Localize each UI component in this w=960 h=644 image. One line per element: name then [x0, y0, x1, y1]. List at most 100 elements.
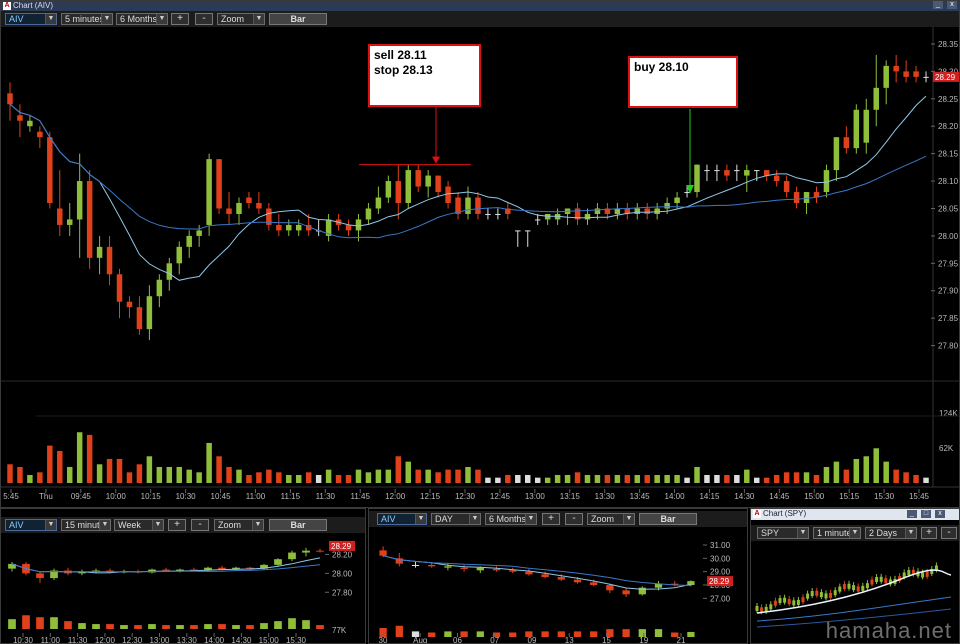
br-candle-body	[870, 579, 874, 585]
main-time-label: 12:15	[420, 492, 441, 501]
chevron-down-icon[interactable]: ▼	[156, 14, 167, 24]
chevron-down-icon[interactable]: ▼	[525, 514, 536, 524]
main-volume-bar	[186, 469, 192, 483]
bl-chart-type-button[interactable]: Bar	[269, 519, 327, 531]
zoom-in-button[interactable]: +	[171, 13, 189, 25]
br-zoom-in-button[interactable]: +	[921, 527, 937, 539]
main-volume-bar	[66, 466, 73, 483]
chevron-down-icon[interactable]: ▼	[45, 14, 56, 24]
chevron-down-icon[interactable]: ▼	[849, 528, 860, 538]
main-volume-bar	[226, 466, 232, 483]
main-volume-bar	[156, 466, 163, 483]
main-volume-bar	[365, 472, 372, 483]
br-close-button[interactable]: x	[935, 510, 945, 518]
main-price-tick-label: 28.25	[938, 95, 959, 104]
main-candle-body	[773, 175, 780, 182]
bl-zoom-in-button[interactable]: +	[168, 519, 186, 531]
bm-zoom-out-button[interactable]: -	[565, 513, 583, 525]
chevron-down-icon[interactable]: ▼	[99, 520, 110, 530]
br-candle-body	[907, 570, 911, 576]
chevron-down-icon[interactable]: ▼	[152, 520, 163, 530]
main-candle-body	[395, 181, 402, 203]
main-volume-bar	[106, 458, 113, 483]
main-time-label: 11:30	[316, 492, 336, 501]
main-volume-bar	[76, 432, 83, 483]
bl-volume-bar	[8, 619, 16, 629]
main-volume-bar	[923, 477, 929, 483]
bm-range-select[interactable]: 6 Months ▼	[485, 513, 537, 525]
sell-arrow-icon	[432, 156, 440, 164]
chevron-down-icon[interactable]: ▼	[905, 528, 916, 538]
br-interval-select[interactable]: 1 minute ▼	[813, 527, 861, 539]
main-volume-bar	[525, 474, 531, 483]
bm-chart-type-button[interactable]: Bar	[639, 513, 697, 525]
main-window-titlebar[interactable]: A Chart (AIV)	[1, 1, 959, 11]
bm-volume-bar	[687, 631, 695, 637]
bl-volume-bar	[120, 625, 128, 629]
main-volume-bar	[315, 474, 322, 483]
bm-time-label: 19	[639, 636, 648, 643]
br-symbol-select[interactable]: SPY ▼	[757, 527, 809, 539]
bl-range-select[interactable]: Week ▼	[114, 519, 164, 531]
bl-symbol-select[interactable]: AIV ▼	[5, 519, 57, 531]
close-button[interactable]: x	[947, 1, 957, 9]
br-minimize-button[interactable]: _	[907, 510, 917, 518]
main-time-label: 14:00	[665, 492, 686, 501]
main-volume-bar	[544, 477, 551, 483]
main-volume-bar	[166, 466, 173, 483]
zoom-out-button[interactable]: -	[195, 13, 213, 25]
minimize-button[interactable]: _	[933, 1, 943, 9]
bm-time-label: 21	[677, 636, 686, 643]
br-zoom-out-button[interactable]: -	[941, 527, 957, 539]
main-candle-body	[17, 115, 23, 121]
zoom-select[interactable]: Zoom ▼	[217, 13, 265, 25]
main-price-tick-label: 28.20	[938, 122, 959, 131]
main-volume-bar	[754, 477, 760, 483]
bl-volume-bar	[22, 615, 30, 629]
main-volume-bar	[744, 469, 750, 483]
main-candle-body	[256, 203, 262, 209]
br-candle-body	[852, 585, 856, 591]
chart-type-button[interactable]: Bar	[269, 13, 327, 25]
br-toolbar: SPY ▼ 1 minute ▼ 2 Days ▼ + -	[751, 525, 959, 541]
chevron-down-icon[interactable]: ▼	[797, 528, 808, 538]
br-maximize-button[interactable]: □	[921, 510, 931, 518]
main-volume-bar	[345, 474, 352, 483]
bl-interval-select[interactable]: 15 minutes ▼	[61, 519, 111, 531]
chevron-down-icon[interactable]: ▼	[623, 514, 634, 524]
bm-symbol-select[interactable]: AIV ▼	[377, 513, 427, 525]
main-volume-bar	[734, 474, 740, 483]
chevron-down-icon[interactable]: ▼	[45, 520, 56, 530]
range-select[interactable]: 6 Months ▼	[116, 13, 168, 25]
bm-zoom-select[interactable]: Zoom ▼	[587, 513, 635, 525]
br-candle-body	[773, 600, 777, 606]
symbol-select[interactable]: AIV ▼	[5, 13, 57, 25]
chevron-down-icon[interactable]: ▼	[415, 514, 426, 524]
bm-zoom-in-button[interactable]: +	[542, 513, 560, 525]
main-volume-bar	[126, 472, 133, 483]
bm-volume-bar	[444, 631, 452, 637]
main-volume-bar	[236, 469, 242, 483]
main-price-tick-label: 27.90	[938, 287, 959, 296]
main-time-label: 11:45	[351, 492, 371, 501]
bm-moving-average-line	[382, 555, 691, 586]
bl-candle-body	[288, 552, 296, 560]
main-candle-body	[405, 170, 411, 203]
br-window-title: Chart (SPY)	[763, 509, 807, 518]
chevron-down-icon[interactable]: ▼	[469, 514, 480, 524]
interval-select[interactable]: 5 minutes ▼	[61, 13, 113, 25]
main-candle-body	[694, 164, 700, 193]
br-candle-body	[778, 598, 782, 604]
bm-candle-body	[428, 565, 436, 567]
chevron-down-icon[interactable]: ▼	[253, 14, 264, 24]
bl-zoom-out-button[interactable]: -	[191, 519, 209, 531]
chevron-down-icon[interactable]: ▼	[252, 520, 263, 530]
main-volume-bar	[295, 474, 302, 483]
bm-interval-select[interactable]: DAY ▼	[431, 513, 481, 525]
main-price-tick-label: 28.05	[938, 204, 959, 213]
br-range-select[interactable]: 2 Days ▼	[865, 527, 917, 539]
bl-zoom-select[interactable]: Zoom ▼	[214, 519, 264, 531]
main-volume-bar	[415, 469, 421, 483]
main-candle-body	[156, 279, 163, 297]
chevron-down-icon[interactable]: ▼	[101, 14, 112, 24]
